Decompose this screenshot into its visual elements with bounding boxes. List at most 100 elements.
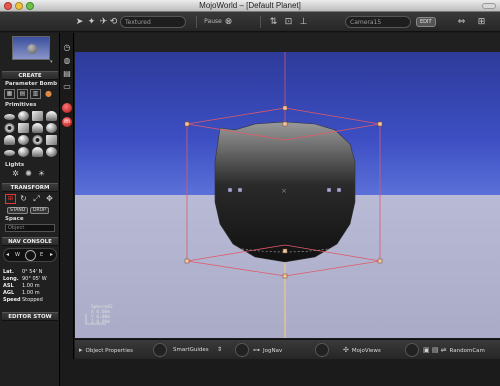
stand-button[interactable]: STAND [7, 207, 29, 214]
space-label: Space [5, 216, 24, 222]
primitive-slab-icon[interactable] [46, 135, 57, 145]
toolbar-divider [196, 16, 197, 28]
object-properties-button[interactable]: ▸ Object Properties [79, 345, 133, 355]
planet-thumbnail-sphere [27, 44, 37, 54]
orbit-icon[interactable]: ⟲ [108, 16, 119, 28]
transform-section-header: TRANSFORM [2, 183, 58, 192]
primitive-box-icon[interactable] [18, 123, 29, 133]
primitive-spire-icon[interactable] [4, 135, 15, 145]
window-title: MojoWorld – [Default Planet] [199, 1, 301, 10]
primitive-drop-icon[interactable] [46, 147, 57, 157]
window-titlebar: MojoWorld – [Default Planet] [0, 0, 500, 12]
lat-label: Lat. [3, 269, 14, 275]
agl-value: 1.00 m [22, 290, 40, 296]
pivot-marker-icon: × [281, 187, 287, 195]
mojo-menu-icon[interactable]: m [62, 117, 72, 127]
jognav-button[interactable]: ⊶ JogNav [253, 345, 282, 355]
rotate-tool-icon[interactable]: ↻ [18, 194, 29, 204]
render-mode-field[interactable]: Textured [120, 16, 186, 28]
lights-label: Lights [5, 162, 25, 168]
viewport-frame [75, 33, 500, 52]
planet-thumbnail[interactable] [12, 36, 50, 60]
primitive-cone-icon[interactable] [46, 111, 57, 121]
nav-console-header: NAV CONSOLE [2, 237, 58, 246]
primitive-cylinder-icon[interactable] [32, 147, 43, 157]
window-icon[interactable]: ▭ [62, 82, 72, 92]
bomb-water-icon[interactable]: ▥ [30, 89, 41, 99]
toolbar-toggle-button[interactable] [482, 3, 496, 9]
shear-tool-icon[interactable]: ✥ [44, 194, 55, 204]
long-value: 90° 05' W [22, 276, 47, 282]
light-point-icon[interactable]: ✲ [10, 169, 21, 179]
randomcam-label: RandomCam [449, 348, 485, 354]
primitive-capsule-icon[interactable] [46, 123, 57, 133]
transform-icons: ⊞ ↻ ⤢ ✥ [5, 194, 55, 204]
bomb-sun-icon[interactable]: ● [43, 89, 54, 99]
parameter-bomb-icons: ▦ ▤ ▥ ● [4, 89, 54, 99]
smartguides-button[interactable]: SmartGuides [173, 345, 209, 355]
nav-lat-row: Lat. 0° 54' N [3, 269, 57, 275]
editor-stow-header: EDITOR STOW [2, 312, 58, 321]
stamp-icon[interactable]: ⊥ [298, 16, 309, 28]
primitive-disc-icon[interactable] [4, 114, 15, 120]
light-spot-icon[interactable]: ✺ [23, 169, 34, 179]
compass-west-label: W [15, 252, 20, 258]
bottom-divider-knob [153, 343, 167, 357]
mojoviews-label: MojoViews [351, 348, 381, 354]
coordinate-readout: Sphere02 X 0.00m Y 0.00m Z 0.00m [85, 305, 135, 333]
reset-view-icon[interactable]: ⇔ [456, 16, 467, 28]
randomcam-button[interactable]: ▣ ▤ ⇌ RandomCam [423, 345, 485, 355]
edit-button[interactable]: EDIT [416, 17, 436, 27]
camera-field[interactable]: Camera15 [345, 16, 411, 28]
primitive-plane-icon[interactable] [4, 150, 15, 156]
window-bottom-frame [61, 359, 500, 386]
primitive-ellipsoid-icon[interactable] [18, 135, 29, 145]
pause-button-icon[interactable]: ⊗ [223, 16, 234, 28]
layers-icon[interactable]: ▤ [62, 69, 72, 79]
jognav-label: JogNav [263, 348, 283, 354]
primitive-torus-icon[interactable] [4, 123, 15, 133]
speed-value: Stopped [22, 297, 43, 303]
primitive-sphere-icon[interactable] [18, 111, 29, 121]
bomb-terrain-icon[interactable]: ▦ [4, 89, 15, 99]
nav-long-row: Long. 90° 05' W [3, 276, 57, 282]
move-tool-icon[interactable]: ⊞ [5, 194, 16, 204]
toolbar-divider [260, 16, 261, 28]
walk-icon[interactable]: ✦ [86, 16, 97, 28]
bottom-divider-knob [315, 343, 329, 357]
compass-left-arrow-icon[interactable]: ◂ [6, 251, 9, 258]
jognav-icon: ⊶ [253, 346, 260, 354]
globe-icon[interactable]: ◍ [62, 56, 72, 66]
primitive-cube-icon[interactable] [32, 111, 43, 121]
compass-east-label: E [40, 252, 44, 258]
smartguides-label: SmartGuides [173, 347, 209, 353]
3d-viewport[interactable]: × [75, 52, 500, 338]
bottom-divider-knob [235, 343, 249, 357]
bomb-atmosphere-icon[interactable]: ▤ [17, 89, 28, 99]
record-icon[interactable] [62, 103, 72, 113]
top-toolbar: ➤ ✦ ✈ ⟲ Textured Pause ⊗ ⇅ ⊡ ⊥ Camera15 … [0, 12, 500, 32]
clock-icon[interactable]: ◷ [62, 43, 72, 53]
bottom-toolbar: ▸ Object Properties SmartGuides ⇕ ⊶ JogNav… [75, 339, 500, 359]
nav-compass[interactable]: ◂ W E ▸ [3, 248, 57, 262]
agl-label: AGL [3, 290, 15, 296]
primitive-pyramid-icon[interactable] [32, 123, 43, 133]
mojoviews-button[interactable]: ✣ MojoViews [343, 345, 381, 355]
compass-right-arrow-icon[interactable]: ▸ [50, 251, 53, 258]
fullscreen-icon[interactable]: ⊞ [476, 16, 487, 28]
view-grid-icon: ▣ ▤ ⇌ [423, 346, 447, 354]
left-panel: ▾ CREATE Parameter Bomb ▦ ▤ ▥ ● Primitiv… [0, 33, 60, 386]
primitive-ring-icon[interactable] [32, 135, 43, 145]
select-arrow-icon[interactable]: ➤ [74, 16, 85, 28]
thumbnail-options-icon[interactable]: ▾ [50, 59, 53, 65]
scale-tool-icon[interactable]: ⤢ [31, 194, 42, 204]
swap-icon[interactable]: ⇅ [268, 16, 279, 28]
drop-button[interactable]: DROP [30, 207, 49, 214]
primitive-blob-icon[interactable] [18, 147, 29, 157]
bottom-divider-knob [405, 343, 419, 357]
light-sun-icon[interactable]: ☀ [36, 169, 47, 179]
smartguides-toggle-icon[interactable]: ⇕ [217, 345, 222, 355]
side-icon-column: ◷ ◍ ▤ ▭ m [61, 33, 74, 386]
snapshot-icon[interactable]: ⊡ [283, 16, 294, 28]
space-select[interactable]: Object [5, 224, 55, 232]
